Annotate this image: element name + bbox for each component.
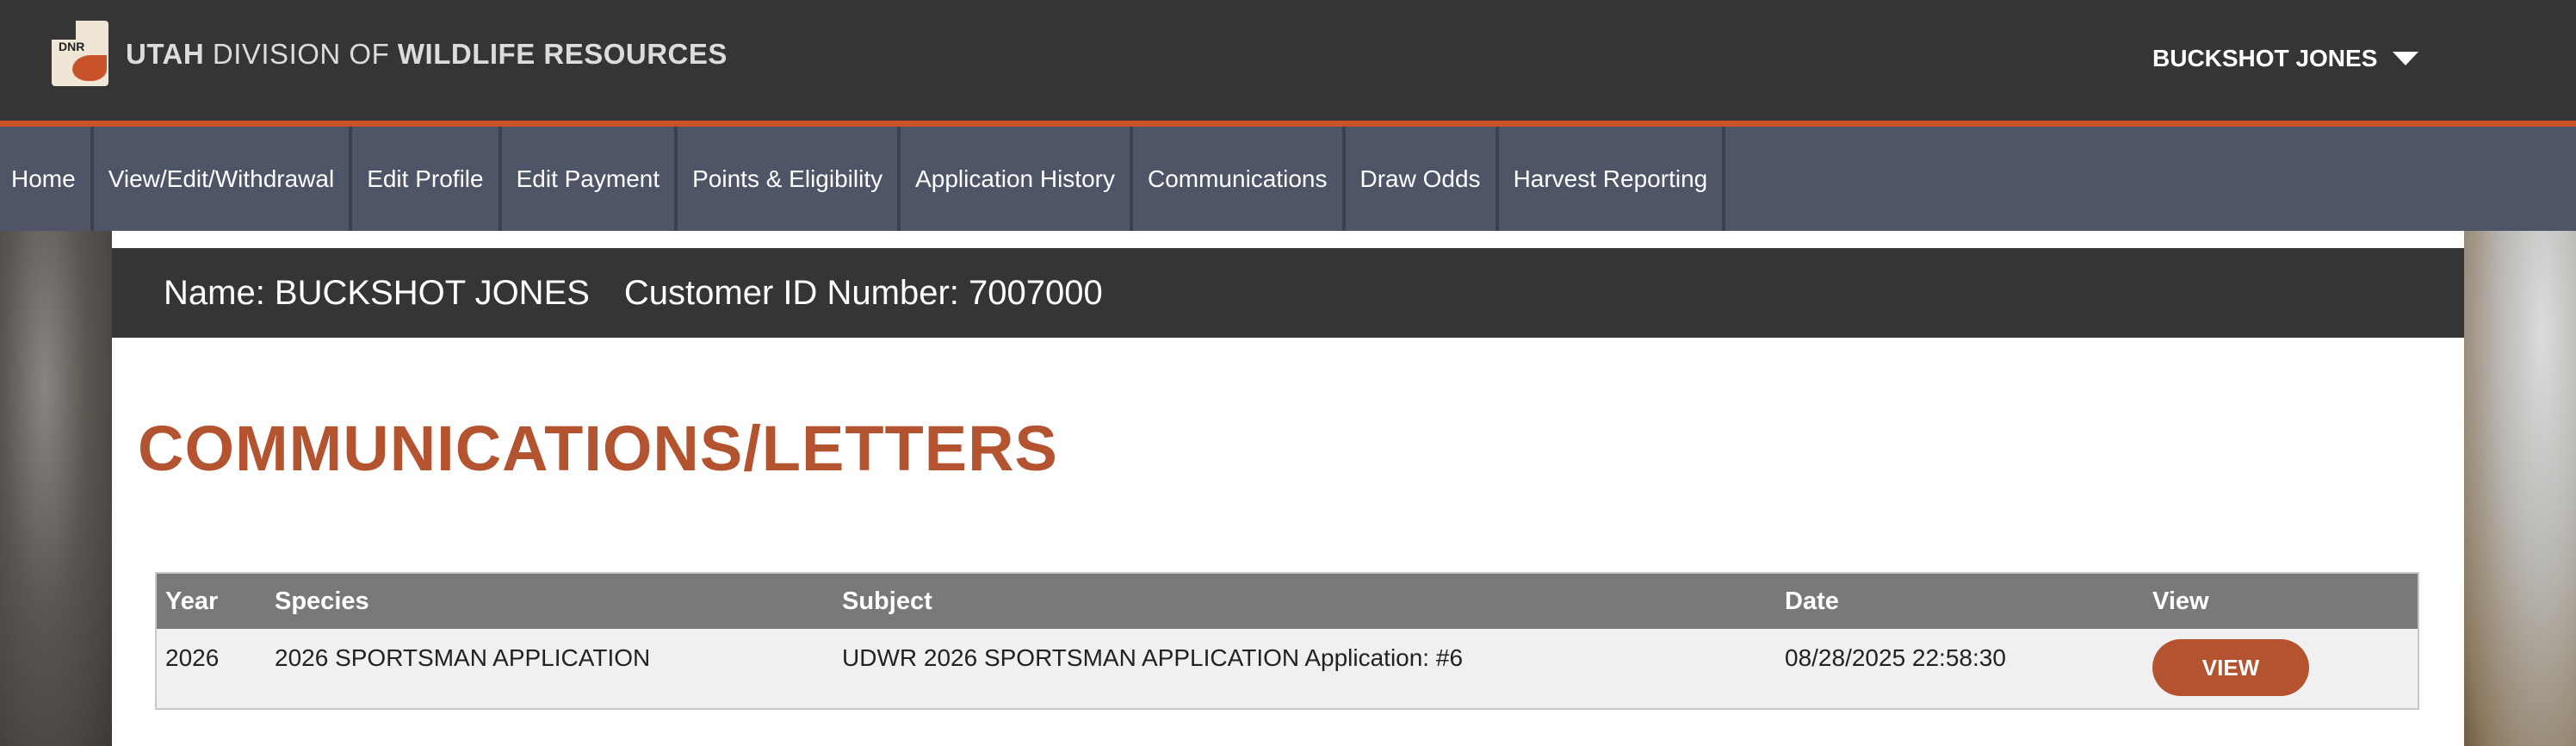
cell-subject: UDWR 2026 SPORTSMAN APPLICATION Applicat… [842, 644, 1464, 671]
main-nav: Home View/Edit/Withdrawal Edit Profile E… [0, 127, 2576, 231]
customer-info-bar: Name: BUCKSHOT JONES Customer ID Number:… [112, 248, 2464, 338]
nav-item-application-history[interactable]: Application History [901, 127, 1133, 231]
header-species: Species [275, 587, 369, 615]
nav-item-view-edit-withdrawal[interactable]: View/Edit/Withdrawal [94, 127, 353, 231]
brand-title[interactable]: UTAH DIVISION OF WILDLIFE RESOURCES [126, 38, 728, 71]
nav-item-communications[interactable]: Communications [1133, 127, 1346, 231]
page-title: COMMUNICATIONS/LETTERS [138, 413, 1058, 484]
nav-item-edit-payment[interactable]: Edit Payment [502, 127, 678, 231]
cell-species: 2026 SPORTSMAN APPLICATION [275, 644, 651, 671]
nav-item-home[interactable]: Home [0, 127, 94, 231]
nav-item-points-eligibility[interactable]: Points & Eligibility [678, 127, 901, 231]
user-name: BUCKSHOT JONES [2152, 45, 2378, 71]
cell-year: 2026 [165, 644, 220, 671]
content-panel: Name: BUCKSHOT JONES Customer ID Number:… [112, 231, 2464, 746]
table-row: 2026 2026 SPORTSMAN APPLICATION UDWR 202… [157, 629, 2418, 708]
header-year: Year [165, 587, 219, 615]
nav-item-edit-profile[interactable]: Edit Profile [352, 127, 502, 231]
brand-utah: UTAH [126, 38, 205, 70]
communications-table: Year Species Subject Date View 2026 2026… [155, 572, 2419, 710]
header-view: View [2152, 587, 2209, 615]
customer-id: Customer ID Number: 7007000 [623, 273, 1103, 312]
header-subject: Subject [842, 587, 932, 615]
site-header: DNR UTAH DIVISION OF WILDLIFE RESOURCES … [0, 0, 2576, 127]
nav-item-harvest-reporting[interactable]: Harvest Reporting [1499, 127, 1726, 231]
brand-division-of: DIVISION OF [212, 38, 390, 70]
logo-text: DNR [59, 40, 85, 53]
dnr-logo-icon[interactable]: DNR [52, 21, 108, 86]
caret-down-icon [2393, 52, 2419, 65]
header-date: Date [1785, 587, 1839, 615]
nav-item-draw-odds[interactable]: Draw Odds [1346, 127, 1499, 231]
brand-wildlife-resources: WILDLIFE RESOURCES [397, 38, 728, 70]
background-photo-right [2464, 231, 2576, 746]
view-button[interactable]: VIEW [2152, 639, 2309, 696]
customer-name: Name: BUCKSHOT JONES [164, 273, 590, 312]
background-photo-left [0, 231, 112, 746]
table-header-row: Year Species Subject Date View [157, 574, 2418, 629]
user-menu[interactable]: BUCKSHOT JONES [2152, 45, 2419, 72]
cell-date: 08/28/2025 22:58:30 [1785, 644, 2006, 671]
